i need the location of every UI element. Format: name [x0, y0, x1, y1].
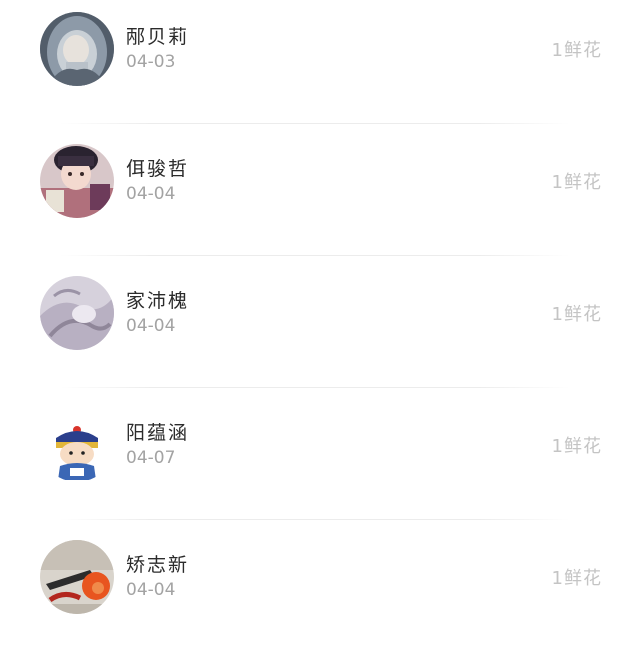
gift-date: 04-04	[126, 184, 176, 204]
hooded-person-avatar-icon	[40, 12, 114, 86]
gift-amount: 1鲜花	[551, 172, 602, 193]
cartoon-qing-official-avatar-icon	[40, 408, 114, 482]
gift-date: 04-03	[126, 52, 176, 72]
list-item[interactable]: 家沛槐 04-04 1鲜花	[0, 264, 640, 396]
child-portrait-avatar-icon	[40, 144, 114, 218]
gift-record-list: 邴贝莉 04-03 1鲜花 佴骏哲 04-04 1鲜花 家沛槐 04-04 1鲜…	[0, 0, 640, 645]
orange-tools-avatar-icon	[40, 540, 114, 614]
list-item[interactable]: 矫志新 04-04 1鲜花	[0, 528, 640, 660]
muted-sketch-avatar-icon	[40, 276, 114, 350]
avatar[interactable]	[40, 540, 114, 614]
gift-amount: 1鲜花	[551, 568, 602, 589]
gift-amount: 1鲜花	[551, 40, 602, 61]
avatar[interactable]	[40, 408, 114, 482]
user-name: 佴骏哲	[126, 158, 190, 180]
user-name: 矫志新	[126, 554, 190, 576]
list-item[interactable]: 邴贝莉 04-03 1鲜花	[0, 0, 640, 132]
avatar[interactable]	[40, 12, 114, 86]
avatar[interactable]	[40, 276, 114, 350]
avatar[interactable]	[40, 144, 114, 218]
divider	[60, 519, 570, 520]
divider	[60, 387, 570, 388]
gift-amount: 1鲜花	[551, 436, 602, 457]
gift-date: 04-07	[126, 448, 176, 468]
gift-amount: 1鲜花	[551, 304, 602, 325]
user-name: 邴贝莉	[126, 26, 190, 48]
divider	[60, 255, 570, 256]
gift-date: 04-04	[126, 580, 176, 600]
user-name: 家沛槐	[126, 290, 190, 312]
list-item[interactable]: 佴骏哲 04-04 1鲜花	[0, 132, 640, 264]
user-name: 阳蕴涵	[126, 422, 190, 444]
gift-date: 04-04	[126, 316, 176, 336]
divider	[60, 123, 570, 124]
list-item[interactable]: 阳蕴涵 04-07 1鲜花	[0, 396, 640, 528]
